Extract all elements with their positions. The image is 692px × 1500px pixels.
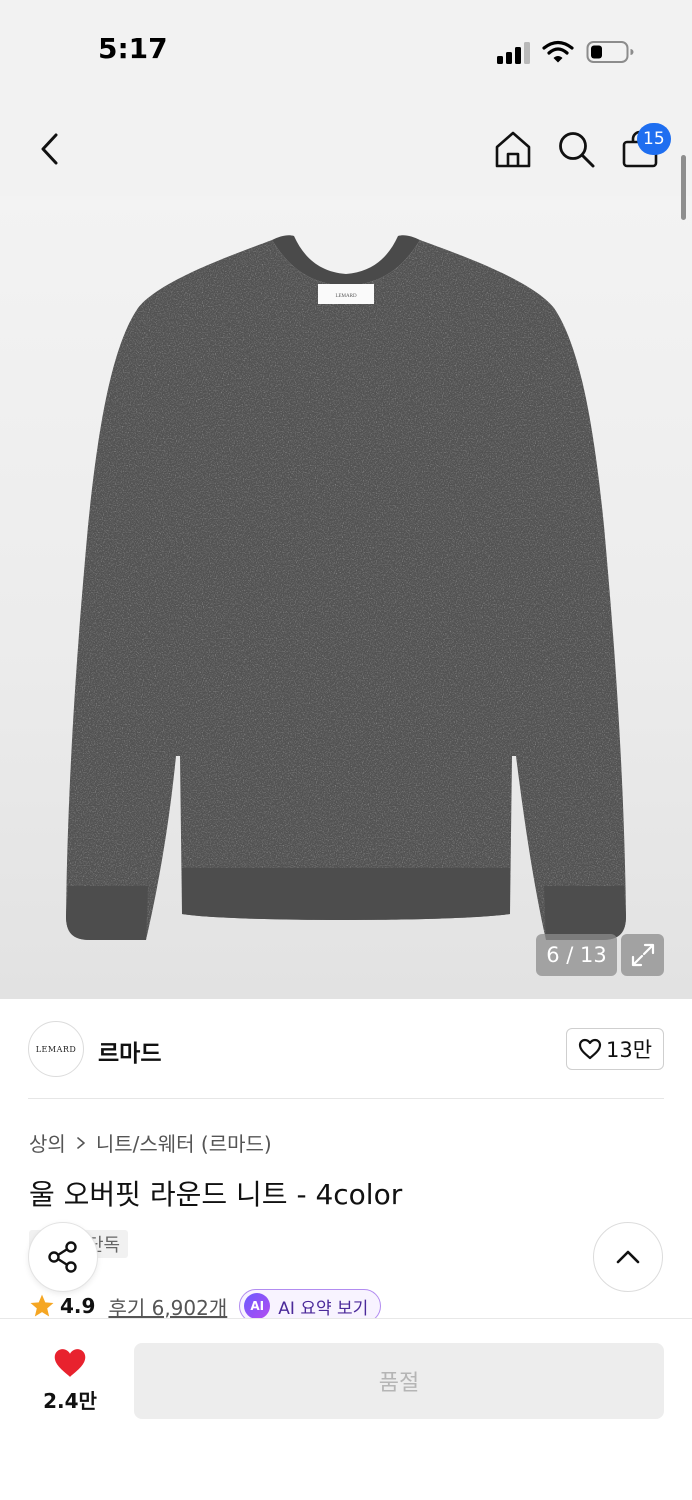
wishlist-count: 2.4만: [43, 1389, 97, 1413]
brand-row[interactable]: LEMARD 르마드 13만: [0, 999, 692, 1099]
battery-icon: [586, 41, 634, 63]
cart-count-badge: 15: [637, 123, 671, 155]
chevron-right-icon: [77, 1136, 85, 1149]
product-title: 울 오버핏 라운드 니트 - 4color: [29, 1178, 403, 1211]
ai-summary-label: AI 요약 보기: [278, 1298, 369, 1319]
search-button[interactable]: [553, 126, 599, 172]
sold-out-button[interactable]: 품절: [134, 1343, 664, 1419]
share-button[interactable]: [28, 1222, 98, 1292]
scroll-to-top-button[interactable]: [593, 1222, 663, 1292]
heart-outline-icon: [578, 1038, 602, 1060]
breadcrumb-item-knit[interactable]: 니트/스웨터 (르마드): [96, 1128, 272, 1157]
wifi-icon: [542, 40, 574, 63]
home-icon: [495, 131, 531, 168]
breadcrumb: 상의 니트/스웨터 (르마드): [29, 1128, 272, 1157]
scrollbar[interactable]: [681, 155, 686, 220]
bottom-action-bar: 2.4만 품절: [0, 1318, 692, 1500]
product-photo: LEMARD: [66, 235, 626, 940]
top-navigation: [0, 100, 692, 196]
wishlist-button[interactable]: 2.4만: [30, 1347, 110, 1421]
status-time: 5:17: [98, 32, 168, 65]
brand-like-count: 13만: [605, 1038, 653, 1062]
ai-badge-icon: AI: [244, 1293, 271, 1319]
expand-image-button[interactable]: [621, 934, 664, 976]
divider: [28, 1098, 664, 1099]
cellular-signal-icon: [497, 42, 531, 64]
chevron-up-icon: [616, 1250, 640, 1264]
home-button[interactable]: [490, 126, 536, 172]
breadcrumb-item-top[interactable]: 상의: [29, 1128, 66, 1157]
rating-score: 4.9: [60, 1294, 96, 1318]
expand-arrows-icon: [631, 943, 654, 967]
back-arrow-icon: [41, 133, 58, 165]
image-counter: 6 / 13: [536, 934, 617, 976]
brand-logo[interactable]: LEMARD: [28, 1021, 84, 1077]
brand-name[interactable]: 르마드: [98, 1034, 161, 1068]
heart-filled-icon: [54, 1349, 86, 1377]
status-bar: 5:17: [0, 0, 692, 100]
star-icon: [30, 1294, 54, 1317]
review-count-link[interactable]: 후기 6,902개: [108, 1292, 227, 1321]
share-icon: [48, 1241, 77, 1273]
product-image-gallery[interactable]: LEMARD: [0, 196, 692, 999]
search-icon: [559, 132, 595, 168]
back-button[interactable]: [28, 126, 72, 172]
garment-label-text: LEMARD: [335, 294, 357, 299]
brand-like-button[interactable]: 13만: [566, 1028, 664, 1070]
